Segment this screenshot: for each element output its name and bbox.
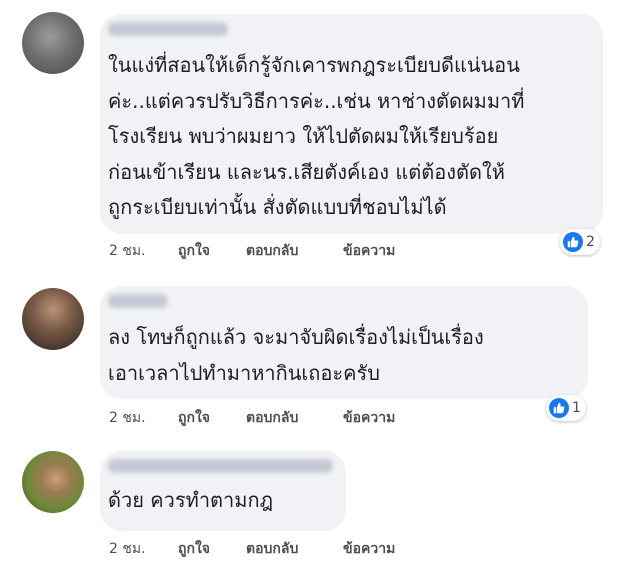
comment-timestamp[interactable]: 2 ชม. [109,240,146,262]
comment-text: ในแง่ที่สอนให้เด็กรู้จักเคารพกฎระเบียบดี… [108,48,524,226]
like-button[interactable]: ถูกใจ [178,407,210,429]
comment-line: ลง โทษก็ถูกแล้ว จะมาจับผิดเรื่องไม่เป็นเ… [108,325,484,349]
comment: ด้วย ควรทำตามกฎ 2 ชม. ถูกใจ ตอบกลับ ข้อค… [0,435,628,575]
commenter-name-blurred[interactable] [108,459,333,473]
like-button[interactable]: ถูกใจ [178,538,210,560]
like-icon [563,232,583,252]
like-icon [549,398,569,418]
comment-line: ก่อนเข้าเรียน และนร.เสียตังค์เอง แต่ต้อง… [108,159,505,184]
comment-text: ด้วย ควรทำตามกฎ [108,483,273,519]
reply-button[interactable]: ตอบกลับ [246,407,298,429]
reply-button[interactable]: ตอบกลับ [246,538,298,560]
message-button[interactable]: ข้อความ [343,538,395,560]
reaction-summary[interactable]: 1 [546,395,586,421]
comment-thread: ในแง่ที่สอนให้เด็กรู้จักเคารพกฎระเบียบดี… [0,0,628,575]
reply-button[interactable]: ตอบกลับ [246,240,298,262]
like-button[interactable]: ถูกใจ [178,240,210,262]
avatar[interactable] [22,451,84,513]
comment-line: เอาเวลาไปทำมาหากินเถอะครับ [108,360,380,385]
comment-line: ด้วย ควรทำตามกฎ [108,488,273,512]
comment-bubble: ด้วย ควรทำตามกฎ [100,451,346,531]
comment-timestamp[interactable]: 2 ชม. [109,407,146,429]
avatar[interactable] [22,288,84,350]
comment-line: ถูกระเบียบเท่านั้น สั่งตัดแบบที่ชอบไม่ได… [108,195,447,219]
comment: ในแง่ที่สอนให้เด็กรู้จักเคารพกฎระเบียบดี… [0,0,628,270]
commenter-name-blurred[interactable] [108,22,228,36]
comment-line: ค่ะ..แต่ควรปรับวิธีการค่ะ..เช่น หาช่างตั… [108,88,525,113]
comment-line: ในแง่ที่สอนให้เด็กรู้จักเคารพกฎระเบียบดี… [108,53,520,77]
comment-bubble: ในแง่ที่สอนให้เด็กรู้จักเคารพกฎระเบียบดี… [100,14,603,234]
comment-timestamp[interactable]: 2 ชม. [109,538,146,560]
reaction-summary[interactable]: 2 [560,229,600,255]
comment-bubble: ลง โทษก็ถูกแล้ว จะมาจับผิดเรื่องไม่เป็นเ… [100,286,588,399]
comment: ลง โทษก็ถูกแล้ว จะมาจับผิดเรื่องไม่เป็นเ… [0,270,628,435]
reaction-count: 2 [586,234,595,250]
reaction-count: 1 [572,400,581,416]
comment-text: ลง โทษก็ถูกแล้ว จะมาจับผิดเรื่องไม่เป็นเ… [108,320,484,391]
avatar[interactable] [22,12,84,74]
commenter-name-blurred[interactable] [108,294,168,308]
comment-line: โรงเรียน พบว่าผมยาว ให้ไปตัดผมให้เรียบร้… [108,124,499,148]
message-button[interactable]: ข้อความ [343,407,395,429]
message-button[interactable]: ข้อความ [343,240,395,262]
